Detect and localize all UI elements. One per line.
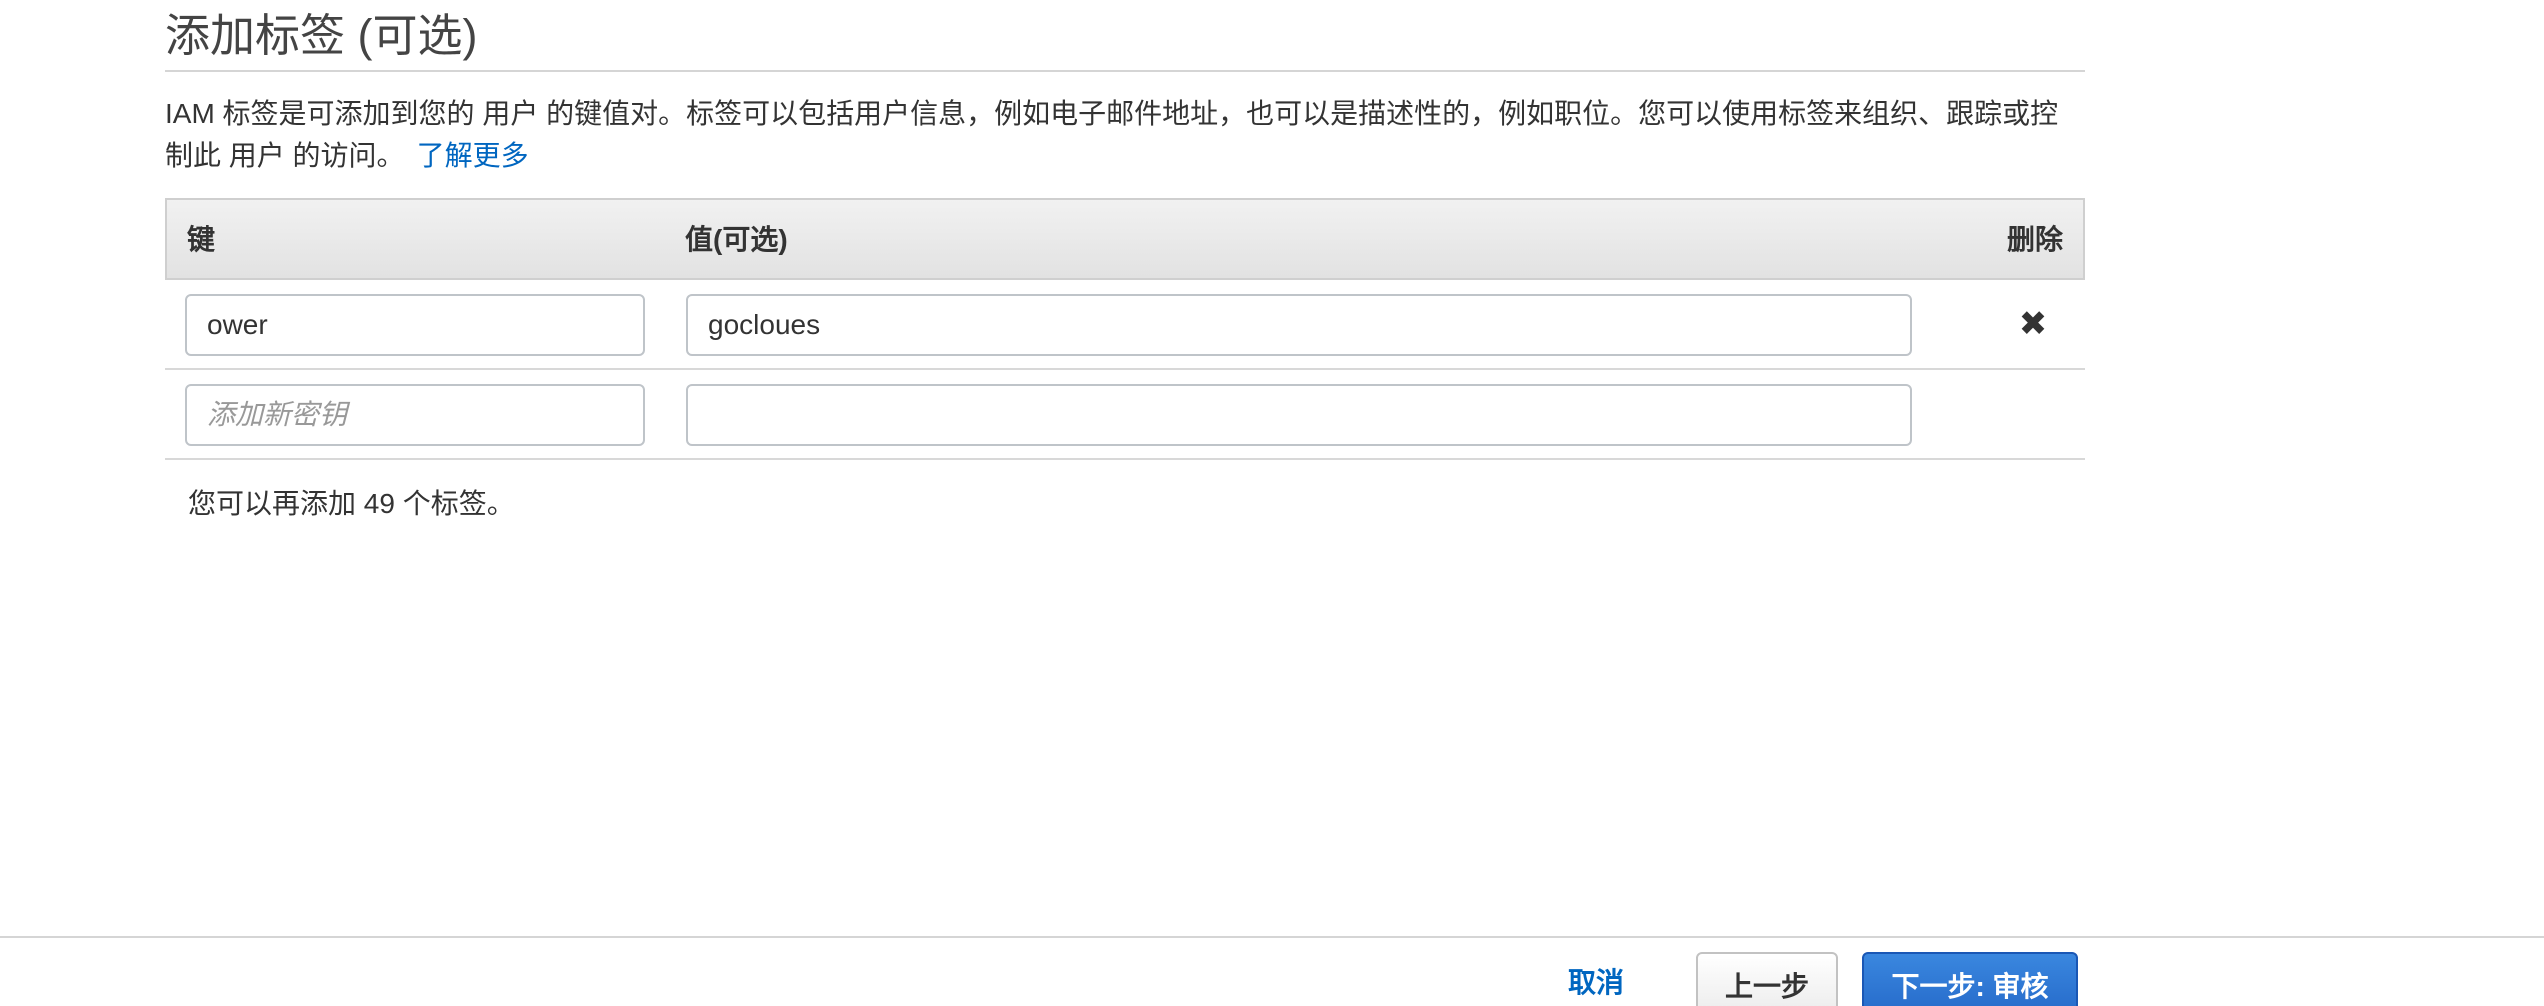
tags-table: 键 值(可选) 删除 ✖ [165, 198, 2085, 460]
table-header: 键 值(可选) 删除 [165, 198, 2085, 280]
table-row-new [165, 370, 2085, 460]
remaining-tags-text: 您可以再添加 49 个标签。 [188, 488, 515, 519]
footer-divider [0, 936, 2544, 938]
header-key: 键 [187, 224, 216, 255]
tag-value-input[interactable] [686, 294, 1912, 356]
header-remove: 删除 [2006, 224, 2063, 255]
new-tag-key-input[interactable] [185, 384, 645, 446]
previous-button[interactable]: 上一步 [1696, 952, 1838, 1006]
tag-key-input[interactable] [185, 294, 645, 356]
cancel-button[interactable]: 取消 [1568, 960, 1624, 1006]
header-value: 值(可选) [685, 224, 788, 255]
remove-tag-icon[interactable]: ✖ [2011, 302, 2055, 346]
new-tag-value-input[interactable] [686, 384, 1912, 446]
learn-more-link[interactable]: 了解更多 [417, 140, 529, 171]
page-title: 添加标签 (可选) [165, 10, 478, 61]
section-heading: 添加标签 (可选) [165, 6, 2085, 72]
add-tags-page: 添加标签 (可选) IAM 标签是可添加到您的 用户 的键值对。标签可以包括用户… [0, 0, 2544, 1006]
table-row: ✖ [165, 280, 2085, 370]
next-review-button[interactable]: 下一步: 审核 [1862, 952, 2078, 1006]
section-description: IAM 标签是可添加到您的 用户 的键值对。标签可以包括用户信息，例如电子邮件地… [165, 93, 2085, 177]
